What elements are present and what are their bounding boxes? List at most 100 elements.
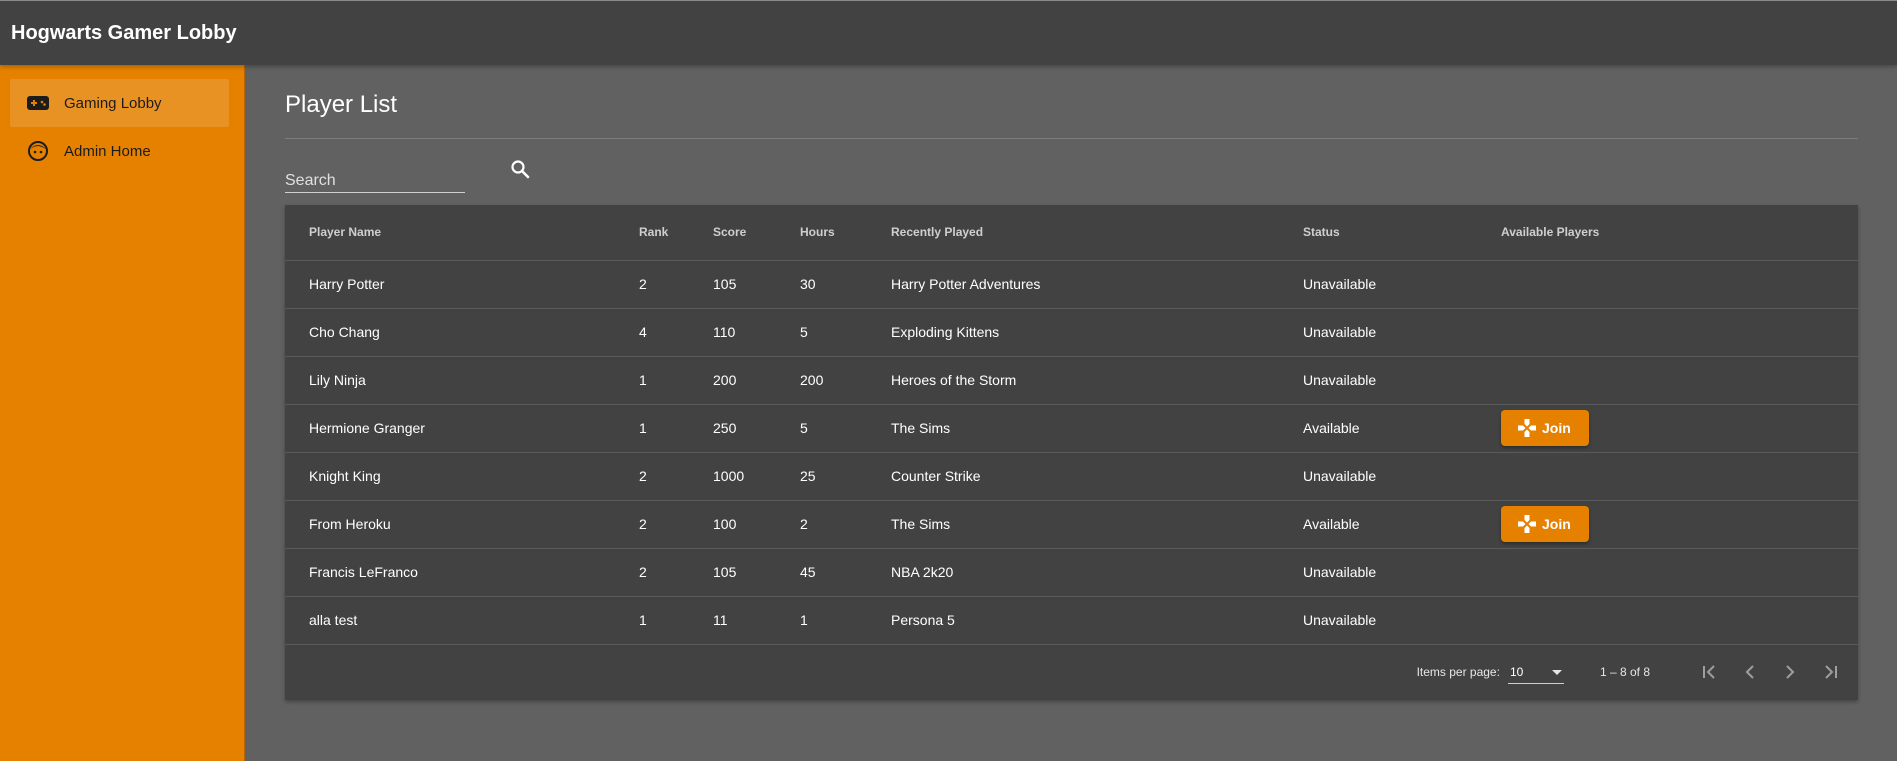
available-players-cell xyxy=(1501,548,1858,597)
paginator: Items per page: 10 1 – 8 of 8 xyxy=(285,644,1858,700)
player-name-cell: Hermione Granger xyxy=(285,404,639,453)
sidebar-item-admin-home[interactable]: Admin Home xyxy=(10,127,234,175)
rank-cell: 1 xyxy=(639,356,713,405)
rank-cell: 2 xyxy=(639,548,713,597)
gamepad-cross-icon xyxy=(1516,513,1538,535)
title-divider xyxy=(285,138,1858,139)
status-cell: Unavailable xyxy=(1303,356,1501,405)
table-row: Lily Ninja 1 200 200 Heroes of the Storm Unav… xyxy=(285,356,1858,405)
player-name-cell: Cho Chang xyxy=(285,308,639,357)
range-label: 1 – 8 of 8 xyxy=(1599,665,1650,679)
table-row: alla test 1 11 1 Persona 5 Unavailable xyxy=(285,596,1858,645)
hours-cell: 2 xyxy=(800,500,891,549)
rank-cell: 2 xyxy=(639,260,713,309)
page-title: Player List xyxy=(285,91,398,118)
join-button-label: Join xyxy=(1542,516,1571,532)
table-header-row: Player Name Rank Score Hours Recently Pl… xyxy=(285,205,1858,261)
column-header: Player Name xyxy=(285,205,639,261)
status-cell: Unavailable xyxy=(1303,548,1501,597)
table-row: Francis LeFranco 2 105 45 NBA 2k20 Unavailabl… xyxy=(285,548,1858,597)
available-players-cell xyxy=(1501,356,1858,405)
available-players-cell xyxy=(1501,596,1858,645)
dropdown-arrow-icon xyxy=(1551,665,1562,679)
hours-cell: 30 xyxy=(800,260,891,309)
score-cell: 200 xyxy=(713,356,800,405)
face-icon xyxy=(26,139,50,163)
table-row: Hermione Granger 1 250 5 The Sims Available Jo… xyxy=(285,404,1858,453)
score-cell: 105 xyxy=(713,548,800,597)
status-cell: Unavailable xyxy=(1303,596,1501,645)
sidebar-item-label: Gaming Lobby xyxy=(64,94,162,112)
rank-cell: 2 xyxy=(639,500,713,549)
previous-page-icon[interactable] xyxy=(1730,652,1770,692)
column-header: Score xyxy=(713,205,800,261)
player-name-cell: Francis LeFranco xyxy=(285,548,639,597)
table-row: Harry Potter 2 105 30 Harry Potter Adventure… xyxy=(285,260,1858,309)
status-cell: Unavailable xyxy=(1303,452,1501,501)
table-row: Cho Chang 4 110 5 Exploding Kittens Unavailab… xyxy=(285,308,1858,357)
recently-played-cell: Exploding Kittens xyxy=(891,308,1303,357)
player-name-cell: Knight King xyxy=(285,452,639,501)
status-cell: Unavailable xyxy=(1303,260,1501,309)
available-players-cell: Join xyxy=(1501,404,1858,453)
first-page-icon[interactable] xyxy=(1690,652,1730,692)
search-icon[interactable] xyxy=(506,155,534,183)
recently-played-cell: NBA 2k20 xyxy=(891,548,1303,597)
search-bar xyxy=(285,153,530,195)
player-table: Player Name Rank Score Hours Recently Pl… xyxy=(285,205,1858,645)
items-per-page-select[interactable]: 10 xyxy=(1507,660,1564,684)
rank-cell: 1 xyxy=(639,404,713,453)
status-cell: Available xyxy=(1303,500,1501,549)
hours-cell: 5 xyxy=(800,404,891,453)
hours-cell: 200 xyxy=(800,356,891,405)
rank-cell: 4 xyxy=(639,308,713,357)
column-header: Recently Played xyxy=(891,205,1303,261)
score-cell: 11 xyxy=(713,596,800,645)
hours-cell: 25 xyxy=(800,452,891,501)
available-players-cell xyxy=(1501,452,1858,501)
recently-played-cell: The Sims xyxy=(891,404,1303,453)
recently-played-cell: Harry Potter Adventures xyxy=(891,260,1303,309)
score-cell: 250 xyxy=(713,404,800,453)
rank-cell: 1 xyxy=(639,596,713,645)
score-cell: 105 xyxy=(713,260,800,309)
player-name-cell: Harry Potter xyxy=(285,260,639,309)
gamepad-icon xyxy=(26,91,50,115)
join-button[interactable]: Join xyxy=(1501,410,1589,446)
hours-cell: 5 xyxy=(800,308,891,357)
table-row: From Heroku 2 100 2 The Sims Available Join xyxy=(285,500,1858,549)
gamepad-cross-icon xyxy=(1516,417,1538,439)
sidebar-item-label: Admin Home xyxy=(64,142,151,160)
available-players-cell: Join xyxy=(1501,500,1858,549)
score-cell: 100 xyxy=(713,500,800,549)
column-header: Rank xyxy=(639,205,713,261)
last-page-icon[interactable] xyxy=(1810,652,1850,692)
recently-played-cell: Counter Strike xyxy=(891,452,1303,501)
player-table-card: Player Name Rank Score Hours Recently Pl… xyxy=(285,205,1858,700)
items-per-page-value: 10 xyxy=(1509,664,1524,679)
player-name-cell: alla test xyxy=(285,596,639,645)
available-players-cell xyxy=(1501,308,1858,357)
items-per-page-label: Items per page: xyxy=(1416,665,1500,679)
score-cell: 110 xyxy=(713,308,800,357)
player-name-cell: From Heroku xyxy=(285,500,639,549)
join-button-label: Join xyxy=(1542,420,1571,436)
top-toolbar: Hogwarts Gamer Lobby xyxy=(0,0,1897,65)
hours-cell: 1 xyxy=(800,596,891,645)
search-input[interactable] xyxy=(285,163,465,193)
column-header: Hours xyxy=(800,205,891,261)
column-header: Available Players xyxy=(1501,205,1858,261)
player-name-cell: Lily Ninja xyxy=(285,356,639,405)
next-page-icon[interactable] xyxy=(1770,652,1810,692)
sidebar: Gaming Lobby Admin Home xyxy=(0,65,245,761)
rank-cell: 2 xyxy=(639,452,713,501)
status-cell: Available xyxy=(1303,404,1501,453)
join-button[interactable]: Join xyxy=(1501,506,1589,542)
sidebar-item-gaming-lobby[interactable]: Gaming Lobby xyxy=(10,79,229,127)
recently-played-cell: The Sims xyxy=(891,500,1303,549)
available-players-cell xyxy=(1501,260,1858,309)
table-row: Knight King 2 1000 25 Counter Strike Unavaila… xyxy=(285,452,1858,501)
main-content: Player List Player Name Rank Score Hours… xyxy=(245,65,1897,761)
status-cell: Unavailable xyxy=(1303,308,1501,357)
column-header: Status xyxy=(1303,205,1501,261)
